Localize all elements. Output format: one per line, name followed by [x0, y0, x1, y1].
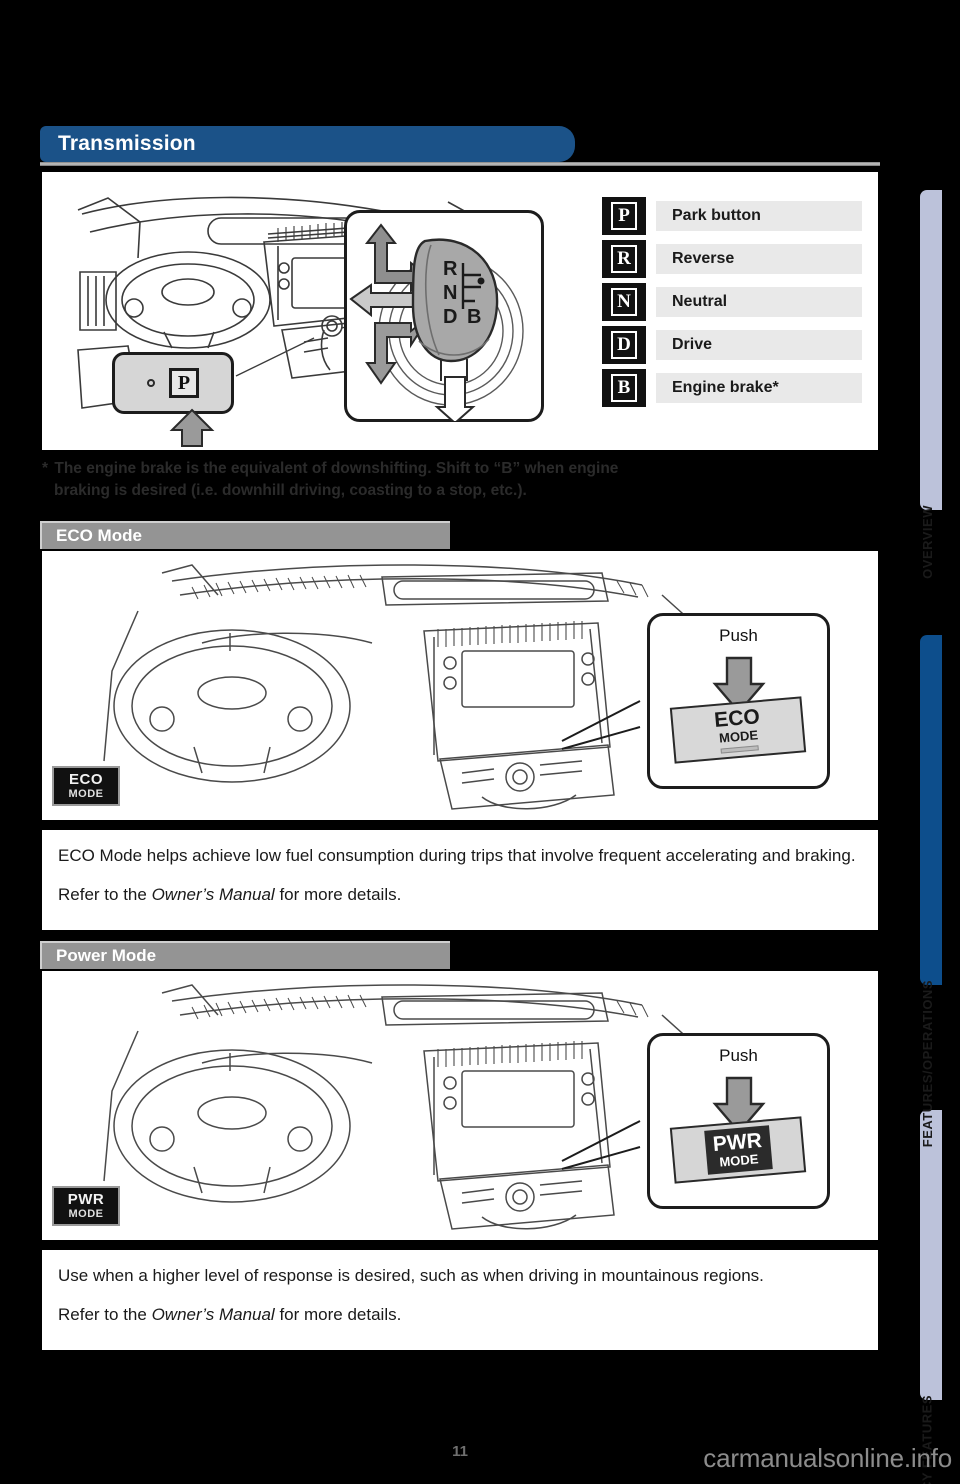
transmission-banner: Transmission [40, 126, 880, 166]
svg-text:D: D [443, 306, 457, 328]
power-desc-p2-after: for more details. [274, 1305, 402, 1325]
manual-page: OVERVIEW FEATURES/OPERATIONS SAFETY AND … [0, 0, 960, 1484]
eco-mode-button[interactable]: ECO MODE [669, 696, 807, 764]
sidebar-tab-features-label: FEATURES/OPERATIONS [920, 980, 935, 1148]
eco-mode-figure-panel: ECO MODE Push ECO MODE [40, 549, 880, 822]
power-desc-paragraph-2: Refer to the Owner’s Manual for more det… [58, 1303, 862, 1326]
transmission-figure: P R N D B [68, 180, 566, 447]
eco-push-callout: Push ECO MODE [647, 613, 830, 789]
eco-desc-p2-italic: Owner’s Manual [151, 885, 275, 905]
svg-text:R: R [443, 258, 458, 280]
eco-mode-indicator-badge: ECO MODE [52, 766, 120, 806]
eco-desc-paragraph-2: Refer to the Owner’s Manual for more det… [58, 883, 862, 906]
eco-desc-p2-before: Refer to the [58, 885, 152, 905]
power-badge-line2: MODE [68, 1208, 104, 1220]
power-mode-indicator-badge: PWR MODE [52, 1186, 120, 1226]
legend-label-drive: Drive [656, 329, 862, 360]
banner-underline [40, 162, 880, 166]
section-title-power: Power Mode [56, 946, 157, 965]
legend-icon-p: P [602, 196, 646, 235]
section-title-eco: ECO Mode [56, 526, 142, 545]
power-mode-description: Use when a higher level of response is d… [40, 1248, 880, 1352]
legend-glyph: N [611, 287, 637, 316]
power-mode-figure-panel: PWR MODE Push PWR MODE [40, 969, 880, 1242]
legend-icon-r: R [602, 239, 646, 278]
footnote-line-2: braking is desired (i.e. downhill drivin… [54, 482, 527, 500]
legend-glyph: B [611, 373, 637, 402]
eco-desc-p2-after: for more details. [274, 885, 402, 905]
power-key-chip: PWR MODE [703, 1125, 773, 1175]
svg-text:B: B [467, 306, 481, 328]
watermark: carmanualsonline.info [703, 1443, 952, 1473]
transmission-banner-bar: Transmission [40, 126, 575, 162]
legend-icon-d: D [602, 325, 646, 364]
key-slot-icon [720, 745, 759, 754]
power-desc-p2-italic: Owner’s Manual [151, 1305, 275, 1325]
shift-lever-diagram: R N D B [344, 210, 544, 425]
legend-glyph: R [611, 244, 637, 273]
power-push-callout: Push PWR MODE [647, 1033, 830, 1209]
legend-icon-n: N [602, 282, 646, 321]
transmission-legend: P Park button R Reverse N Neutral D Driv… [602, 194, 862, 409]
eco-push-label: Push [713, 626, 764, 646]
section-header-power-mode: Power Mode [40, 941, 450, 969]
eco-badge-line1: ECO [68, 771, 103, 788]
indicator-dot-icon [147, 379, 155, 387]
sidebar-tab-safety[interactable] [920, 1110, 942, 1400]
content-column: Transmission P R N D B P Park button R R… [40, 0, 880, 1484]
legend-label-neutral: Neutral [656, 286, 862, 317]
park-button-glyph: P [169, 368, 199, 398]
shift-pattern-illustration: R N D B [349, 223, 524, 425]
legend-row: P Park button [602, 194, 862, 237]
legend-icon-b: B [602, 368, 646, 407]
footnote-star: * [42, 460, 49, 477]
legend-label-engine-brake: Engine brake* [656, 372, 862, 403]
lever-return-arrow-icon [434, 376, 476, 425]
power-desc-p2-before: Refer to the [58, 1305, 152, 1325]
transmission-panel: P R N D B P Park button R Reverse N Neut… [40, 170, 880, 452]
park-up-arrow-icon [169, 408, 215, 447]
legend-label-park: Park button [656, 200, 862, 231]
legend-row: R Reverse [602, 237, 862, 280]
eco-badge-line2: MODE [68, 788, 104, 800]
legend-row: D Drive [602, 323, 862, 366]
eco-desc-paragraph-1: ECO Mode helps achieve low fuel consumpt… [58, 846, 856, 865]
footnote-line-1: The engine brake is the equivalent of do… [50, 460, 619, 477]
power-key-line2: MODE [718, 1151, 759, 1170]
transmission-footnote: * The engine brake is the equivalent of … [42, 458, 880, 503]
sidebar: OVERVIEW FEATURES/OPERATIONS SAFETY AND … [900, 0, 960, 1484]
legend-glyph: P [611, 201, 637, 230]
power-push-label: Push [713, 1046, 764, 1066]
power-badge-line1: PWR [67, 1191, 105, 1208]
power-mode-button[interactable]: PWR MODE [669, 1116, 807, 1184]
park-button-inset: P [112, 352, 234, 414]
eco-key-line2: MODE [718, 727, 759, 746]
eco-mode-description: ECO Mode helps achieve low fuel consumpt… [40, 828, 880, 932]
power-desc-paragraph-1: Use when a higher level of response is d… [58, 1266, 764, 1285]
legend-row: N Neutral [602, 280, 862, 323]
sidebar-tab-features[interactable] [920, 635, 942, 985]
legend-row: B Engine brake* [602, 366, 862, 409]
sidebar-tab-overview-label: OVERVIEW [920, 505, 935, 579]
legend-label-reverse: Reverse [656, 243, 862, 274]
page-title: Transmission [58, 132, 196, 155]
sidebar-tab-overview[interactable] [920, 190, 942, 510]
legend-glyph: D [611, 330, 637, 359]
section-header-eco-mode: ECO Mode [40, 521, 450, 549]
svg-text:N: N [443, 282, 457, 304]
